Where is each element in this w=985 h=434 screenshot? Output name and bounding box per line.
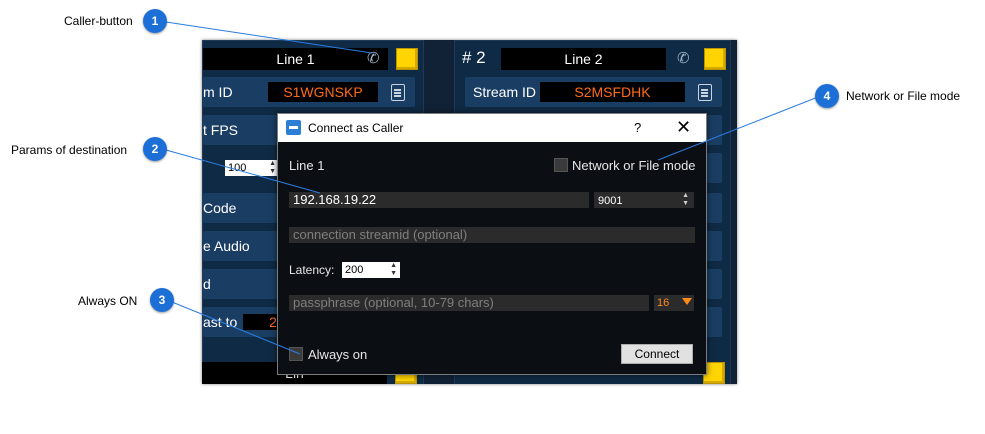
callout-line-4	[657, 96, 819, 161]
annotation-label-1: Caller-button	[64, 14, 133, 28]
annotation-label-2: Params of destination	[11, 143, 128, 157]
annotation-badge-4: 4	[815, 84, 839, 108]
callout-line-3	[171, 301, 301, 355]
annotation-badge-3: 3	[150, 288, 174, 312]
annotation-badge-1: 1	[143, 9, 167, 33]
annotation-label-3: Always ON	[78, 294, 138, 308]
annotation-badge-2: 2	[143, 137, 167, 161]
callout-line-1	[165, 21, 373, 54]
annotation-label-4: Network or File mode	[846, 89, 961, 103]
callout-lines	[165, 21, 819, 355]
callout-line-2	[165, 149, 321, 194]
